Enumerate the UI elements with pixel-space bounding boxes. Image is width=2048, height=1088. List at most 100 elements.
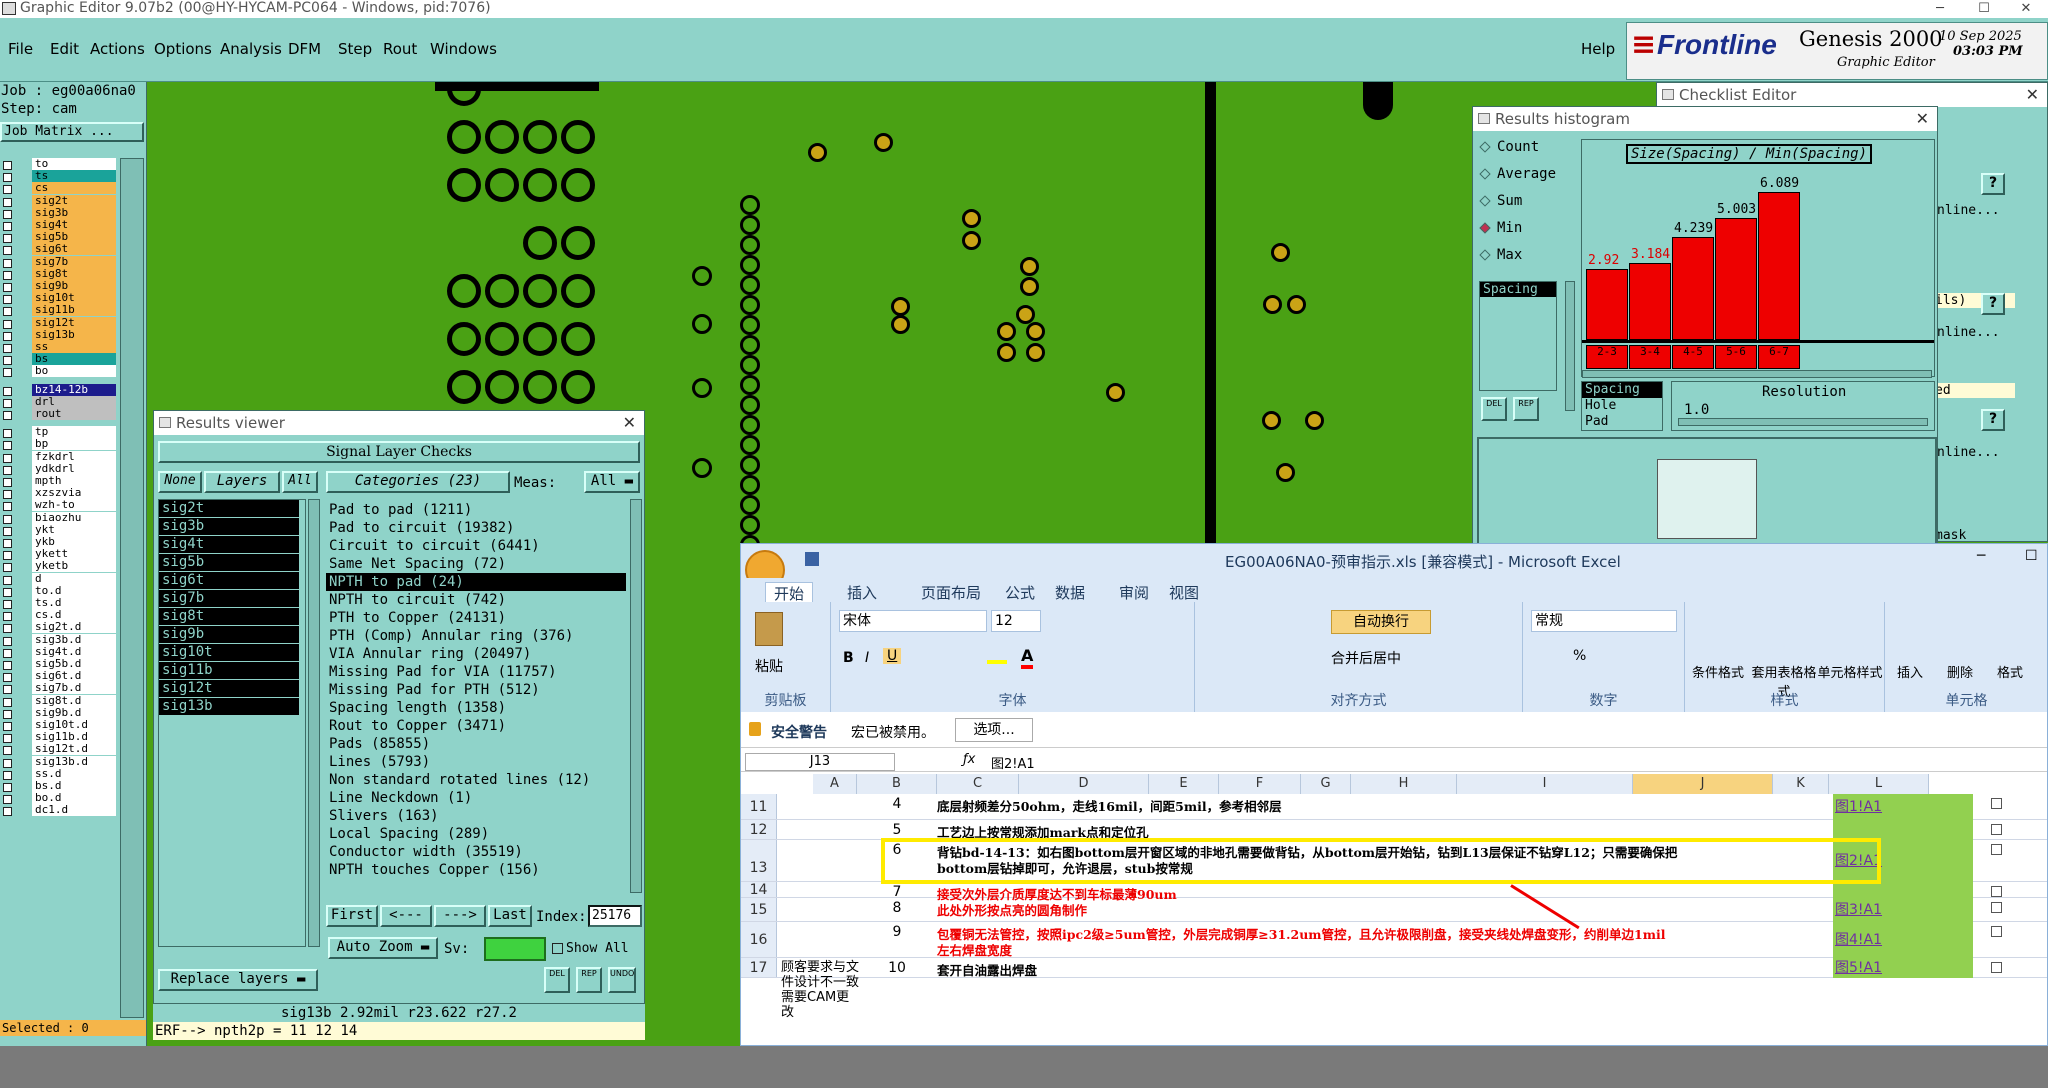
menu-windows[interactable]: Windows bbox=[430, 40, 497, 58]
column-header[interactable]: F bbox=[1219, 774, 1301, 794]
layer-checkbox[interactable] bbox=[3, 319, 12, 329]
layer-checkbox[interactable] bbox=[3, 307, 12, 317]
layer-checkbox[interactable] bbox=[3, 478, 12, 487]
layer-checkbox[interactable] bbox=[3, 331, 12, 341]
layer-checkbox[interactable] bbox=[3, 465, 12, 475]
layer-checkbox[interactable] bbox=[3, 398, 12, 408]
layer-checkbox[interactable] bbox=[3, 612, 12, 622]
layer-checkbox[interactable] bbox=[3, 685, 12, 695]
column-header[interactable]: I bbox=[1457, 774, 1633, 794]
rv-layer-item[interactable]: sig3b bbox=[159, 518, 299, 535]
sheet-row[interactable]: 17 10 套开自油露出焊盘 图5!A1 bbox=[741, 958, 2047, 978]
ribbon-tab[interactable]: 数据 bbox=[1055, 582, 1085, 603]
layer-checkbox[interactable] bbox=[3, 283, 12, 292]
layer-checkbox[interactable] bbox=[3, 258, 12, 268]
layer-checkbox[interactable] bbox=[3, 234, 12, 244]
name-box[interactable]: J13 bbox=[745, 753, 895, 771]
sheet-row[interactable]: 12 5 工艺边上按常规添加mark点和定位孔 bbox=[741, 820, 2047, 840]
layer-checkbox[interactable] bbox=[3, 441, 12, 451]
rv-category-item[interactable]: Missing Pad for PTH (512) bbox=[326, 681, 626, 699]
job-matrix-button[interactable]: Job Matrix ... bbox=[0, 122, 144, 142]
rv-category-item[interactable]: VIA Annular ring (20497) bbox=[326, 645, 626, 663]
security-options-button[interactable]: 选项... bbox=[955, 718, 1033, 742]
histogram-hscroll[interactable] bbox=[1582, 370, 1932, 378]
column-header[interactable]: A bbox=[813, 774, 857, 794]
merge-center-button[interactable]: 合并后居中 bbox=[1331, 648, 1401, 668]
rv-category-item[interactable]: PTH (Comp) Annular ring (376) bbox=[326, 627, 626, 645]
rv-layer-item[interactable]: sig6t bbox=[159, 572, 299, 589]
none-button[interactable]: None bbox=[158, 471, 202, 493]
maximize-button[interactable]: ☐ bbox=[1962, 0, 2006, 18]
layer-checkbox[interactable] bbox=[3, 429, 12, 439]
type-pad[interactable]: Pad bbox=[1582, 414, 1662, 430]
fx-icon[interactable]: ƒx bbox=[963, 752, 975, 767]
type-hole[interactable]: Hole bbox=[1582, 398, 1662, 414]
row-number[interactable]: 17 bbox=[741, 958, 777, 977]
minimize-button[interactable]: ─ bbox=[1918, 0, 1962, 18]
layer-checkbox[interactable] bbox=[3, 173, 12, 183]
rv-category-item[interactable]: Missing Pad for VIA (11757) bbox=[326, 663, 626, 681]
histogram-bar[interactable] bbox=[1672, 237, 1714, 340]
layer-checkbox[interactable] bbox=[3, 587, 12, 597]
all-button[interactable]: All bbox=[282, 471, 318, 493]
rv-category-item[interactable]: Non standard rotated lines (12) bbox=[326, 771, 626, 789]
replace-layers-select[interactable]: Replace layers ▬ bbox=[158, 969, 318, 991]
layer-checkbox[interactable] bbox=[3, 661, 12, 670]
show-all-checkbox[interactable] bbox=[552, 943, 563, 954]
auto-zoom-select[interactable]: Auto Zoom ▬ bbox=[328, 937, 438, 959]
layer-checkbox[interactable] bbox=[3, 270, 12, 280]
rv-category-item[interactable]: Rout to Copper (3471) bbox=[326, 717, 626, 735]
histogram-bar[interactable] bbox=[1758, 192, 1800, 340]
row-number[interactable]: 14 bbox=[741, 882, 777, 898]
histogram-close-icon[interactable]: ✕ bbox=[1916, 107, 1929, 131]
menu-options[interactable]: Options bbox=[154, 40, 212, 58]
paste-label[interactable]: 粘贴 bbox=[755, 656, 783, 676]
row-checkbox-k[interactable] bbox=[1991, 926, 2002, 937]
sheet-row[interactable]: 15 8 此处外形按点亮的圆角制作 图3!A1 bbox=[741, 898, 2047, 922]
cond-format-button[interactable]: 条件格式 bbox=[1685, 662, 1751, 681]
histogram-list-scrollbar[interactable] bbox=[1565, 281, 1575, 411]
column-header[interactable]: D bbox=[1019, 774, 1149, 794]
layer-checkbox[interactable] bbox=[3, 624, 12, 634]
layer-checkbox[interactable] bbox=[3, 514, 12, 524]
sheet-grid[interactable]: A B C D E F G H I J K L 11 4 底层射频差分50ohm，走线16mil，间距5mi… bbox=[741, 774, 2047, 1045]
rv-category-item[interactable]: Line Neckdown (1) bbox=[326, 789, 626, 807]
layers-button[interactable]: Layers bbox=[204, 471, 280, 493]
layer-checkbox[interactable] bbox=[3, 295, 12, 305]
histogram-list-item[interactable]: Spacing bbox=[1480, 282, 1556, 297]
layer-checkbox[interactable] bbox=[3, 344, 12, 353]
insert-cells-button[interactable]: 插入 bbox=[1885, 662, 1935, 681]
row-number[interactable]: 12 bbox=[741, 820, 777, 839]
font-color-icon[interactable]: A bbox=[1021, 646, 1034, 669]
layer-checkbox[interactable] bbox=[3, 795, 12, 805]
percent-button[interactable]: % bbox=[1573, 648, 1586, 664]
menu-analysis[interactable]: Analysis bbox=[220, 40, 282, 58]
histogram-bin-label[interactable]: 3-4 bbox=[1629, 345, 1671, 369]
histogram-del-button[interactable]: DEL bbox=[1481, 397, 1507, 421]
checklist-help-button-3[interactable]: ? bbox=[1981, 409, 2005, 431]
cell-j[interactable]: 图4!A1 bbox=[1833, 922, 1973, 958]
cell-style-button[interactable]: 单元格样式 bbox=[1817, 662, 1883, 681]
format-cells-button[interactable]: 格式 bbox=[1985, 662, 2035, 681]
rv-del-button[interactable]: DEL bbox=[544, 967, 570, 993]
layer-checkbox[interactable] bbox=[3, 356, 12, 366]
layer-checkbox[interactable] bbox=[3, 551, 12, 561]
layer-checkbox[interactable] bbox=[3, 563, 12, 573]
sv-color-select[interactable] bbox=[484, 937, 546, 961]
histogram-bar[interactable] bbox=[1586, 269, 1628, 340]
layer-checkbox[interactable] bbox=[3, 222, 12, 231]
ribbon-tab[interactable]: 开始 bbox=[765, 582, 814, 604]
layer-checkbox[interactable] bbox=[3, 648, 12, 658]
menu-dfm[interactable]: DFM bbox=[288, 40, 321, 58]
menu-actions[interactable]: Actions bbox=[90, 40, 145, 58]
sheet-row[interactable]: 16 9 包覆铜无法管控，按照ipc2级≥5um管控，外层完成铜厚≥31.2um管控… bbox=[741, 922, 2047, 958]
column-header[interactable]: B bbox=[857, 774, 937, 794]
rv-category-item[interactable]: Same Net Spacing (72) bbox=[326, 555, 626, 573]
rv-layer-item[interactable]: sig11b bbox=[159, 662, 299, 679]
row-checkbox-k[interactable] bbox=[1991, 902, 2002, 913]
layer-checkbox[interactable] bbox=[3, 197, 12, 207]
rv-layer-item[interactable]: sig12t bbox=[159, 680, 299, 697]
rv-category-item[interactable]: Circuit to circuit (6441) bbox=[326, 537, 626, 555]
histogram-option[interactable]: Count bbox=[1479, 139, 1539, 155]
delete-cells-button[interactable]: 删除 bbox=[1935, 662, 1985, 681]
